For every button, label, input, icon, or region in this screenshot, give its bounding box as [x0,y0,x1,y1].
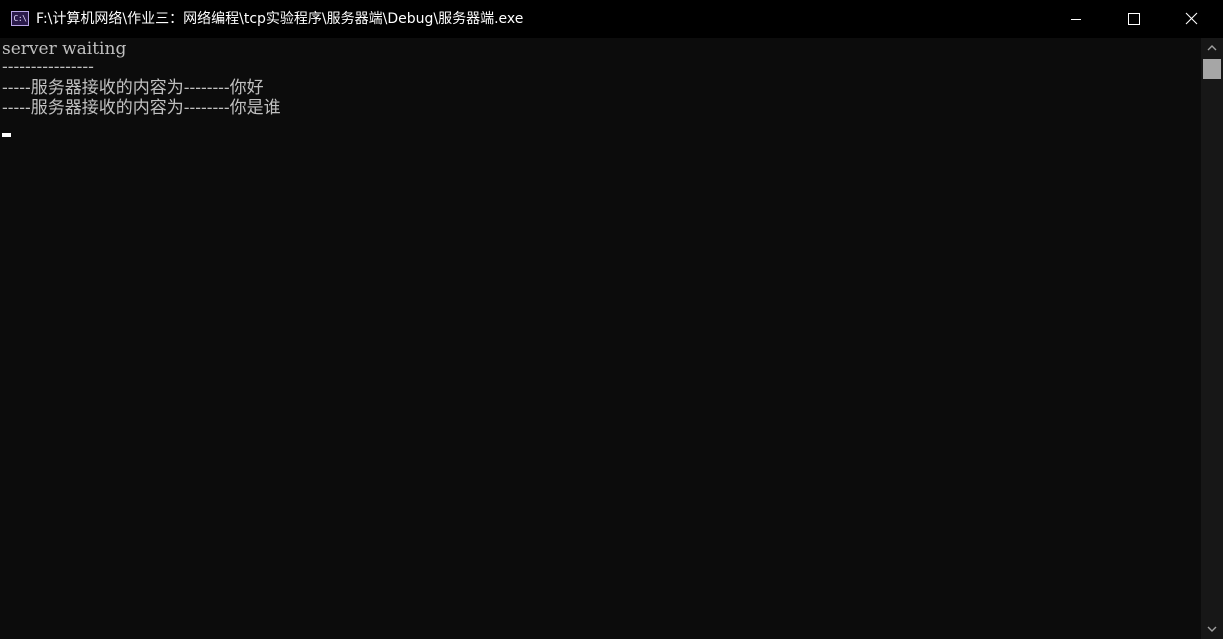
window-title: F:\计算机网络\作业三：网络编程\tcp实验程序\服务器端\Debug\服务器… [36,11,524,27]
title-bar[interactable]: C:\ F:\计算机网络\作业三：网络编程\tcp实验程序\服务器端\Debug… [0,0,1223,38]
vertical-scrollbar[interactable] [1201,38,1223,639]
scroll-thumb[interactable] [1203,59,1221,79]
minimize-button[interactable] [1047,0,1105,38]
maximize-icon [1128,13,1140,25]
minimize-icon [1071,19,1081,20]
close-button[interactable] [1163,0,1221,38]
console-line: -----服务器接收的内容为--------你好 [2,78,264,98]
console-window: C:\ F:\计算机网络\作业三：网络编程\tcp实验程序\服务器端\Debug… [0,0,1223,639]
console-line: server waiting [2,39,127,59]
console-line: ---------------- [2,57,94,77]
maximize-button[interactable] [1105,0,1163,38]
console-line: -----服务器接收的内容为--------你是谁 [2,98,281,118]
close-icon [1185,12,1198,25]
chevron-up-icon [1207,45,1217,51]
scroll-down-button[interactable] [1201,619,1223,639]
console-icon[interactable]: C:\ [11,11,29,26]
chevron-down-icon [1207,626,1217,632]
scroll-up-button[interactable] [1201,38,1223,58]
console-output[interactable]: server waiting ---------------- -----服务器… [0,38,1201,639]
text-cursor [2,133,11,137]
